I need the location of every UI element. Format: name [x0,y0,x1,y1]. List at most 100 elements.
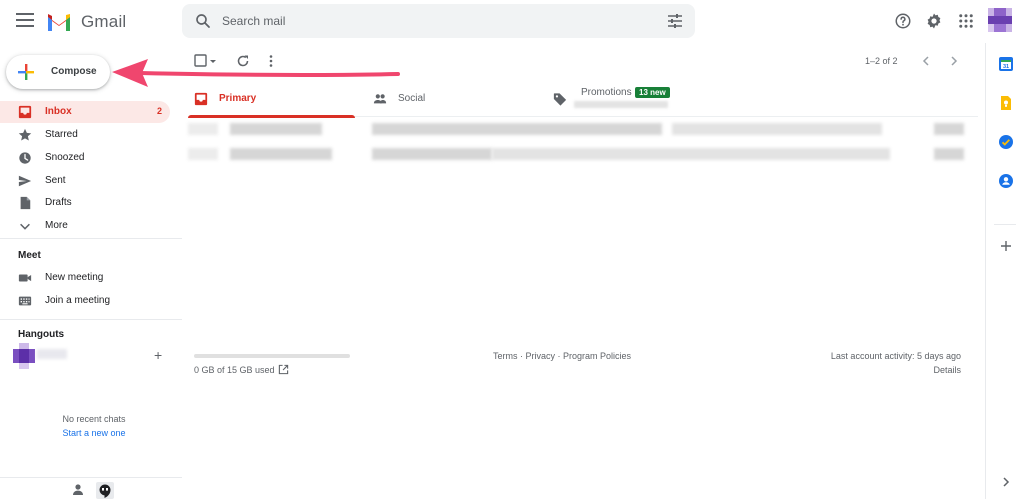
draft-icon [20,196,31,210]
sidebar-item-starred[interactable]: Starred [0,124,170,146]
sidebar-item-drafts[interactable]: Drafts [0,192,170,214]
star-icon [18,128,32,141]
storage-used-text: 0 GB of 15 GB used [194,365,275,375]
tab-label: Primary [219,93,257,104]
select-dropdown-icon[interactable] [208,54,218,68]
privacy-link[interactable]: Privacy [525,351,555,361]
sidebar-item-label: Drafts [45,197,72,208]
meet-section-title: Meet [18,250,41,261]
tab-promotions[interactable]: Promotions 13 new [547,79,727,117]
inbox-unread-count: 2 [156,106,162,116]
meet-item-label: New meeting [45,272,104,283]
settings-gear-icon[interactable] [925,12,943,30]
table-row[interactable] [188,123,978,145]
sidebar-item-label: Inbox [45,106,72,117]
table-row[interactable] [188,148,978,170]
row-checkbox-blurred [188,148,218,160]
hangouts-user-avatar[interactable] [13,343,35,369]
hangouts-footer [73,482,114,499]
main-menu-icon[interactable] [16,13,34,29]
search-options-icon[interactable] [667,13,683,29]
tag-icon [553,93,567,106]
meet-join-meeting[interactable]: Join a meeting [0,290,170,312]
sender-blurred [230,123,322,135]
date-blurred [934,148,964,160]
start-chat-link[interactable]: Start a new one [0,428,188,438]
last-activity-text: Last account activity: 5 days ago [830,351,961,361]
top-bar: Gmail [0,0,1024,43]
hangouts-section-title: Hangouts [18,329,65,340]
compose-button[interactable]: Compose [6,55,110,89]
more-options-icon[interactable] [264,54,278,68]
search-bar [182,4,695,38]
keyboard-icon [18,296,32,306]
calendar-icon[interactable]: 31 [998,56,1014,72]
hangouts-user-name [37,349,67,359]
person-icon[interactable] [73,484,83,495]
sidebar-item-snoozed[interactable]: Snoozed [0,147,170,169]
meet-item-label: Join a meeting [45,295,111,306]
people-icon [373,94,387,104]
select-all-checkbox[interactable] [194,54,208,68]
sidebar-item-label: More [45,220,68,231]
row-checkbox-blurred [188,123,218,135]
account-avatar[interactable] [988,8,1012,32]
keep-icon[interactable] [998,95,1014,111]
pagination-text: 1–2 of 2 [865,56,898,66]
chevron-left-icon[interactable] [919,54,933,68]
tab-primary[interactable]: Primary [188,79,355,118]
promotions-senders-blurred [574,101,668,108]
side-panel-rail: 31 [985,43,1024,499]
tab-social[interactable]: Social [367,79,537,117]
app-title: Gmail [81,12,127,31]
footer-separator: · [554,351,563,361]
snippet-blurred [672,123,882,135]
activity-details-link[interactable]: Details [933,365,961,375]
chevron-down-icon [20,223,30,230]
inbox-icon [18,105,32,119]
clock-icon [19,152,31,164]
search-icon[interactable] [194,12,212,30]
sidebar-item-sent[interactable]: Sent [0,170,170,192]
tasks-icon[interactable] [998,134,1014,150]
meet-new-meeting[interactable]: New meeting [0,267,170,289]
apps-grid-icon[interactable] [957,12,975,30]
terms-link[interactable]: Terms [493,351,518,361]
footer-links: Terms · Privacy · Program Policies [462,351,662,361]
open-external-icon[interactable] [278,364,289,375]
sidebar-item-inbox[interactable]: Inbox 2 [0,101,170,123]
tab-label: Promotions [581,87,632,98]
subject-blurred [372,148,492,160]
sender-blurred [230,148,332,160]
sidebar-divider [0,319,182,320]
snippet-blurred [492,148,890,160]
add-icon[interactable]: + [154,348,162,362]
subject-blurred [372,123,662,135]
chevron-right-icon[interactable] [947,54,961,68]
gmail-m-icon [48,14,70,31]
help-icon[interactable] [894,12,912,30]
video-camera-icon [18,274,32,282]
inbox-tab-icon [194,92,208,106]
no-chats-text: No recent chats [62,414,126,424]
date-blurred [934,123,964,135]
compose-label: Compose [51,66,97,77]
category-tabs: Primary Social Promotions 13 new [188,79,978,118]
gmail-logo[interactable]: Gmail [46,10,126,34]
sidebar-divider [0,477,182,478]
sidebar-divider [0,238,182,239]
sidebar-item-more[interactable]: More [0,215,170,237]
add-icon[interactable] [998,238,1014,254]
rail-divider [994,224,1016,225]
program-policies-link[interactable]: Program Policies [563,351,631,361]
search-input[interactable] [222,4,642,38]
svg-text:31: 31 [1003,64,1009,70]
chevron-right-icon[interactable] [998,474,1014,490]
left-sidebar: Compose Inbox 2 Starred Snoozed Sent Dra… [0,43,182,499]
refresh-icon[interactable] [236,54,250,68]
storage-progress-bar [194,354,350,358]
promotions-new-badge: 13 new [635,87,670,98]
sidebar-item-label: Sent [45,175,66,186]
contacts-icon[interactable] [998,173,1014,189]
mail-toolbar: 1–2 of 2 [182,43,985,79]
